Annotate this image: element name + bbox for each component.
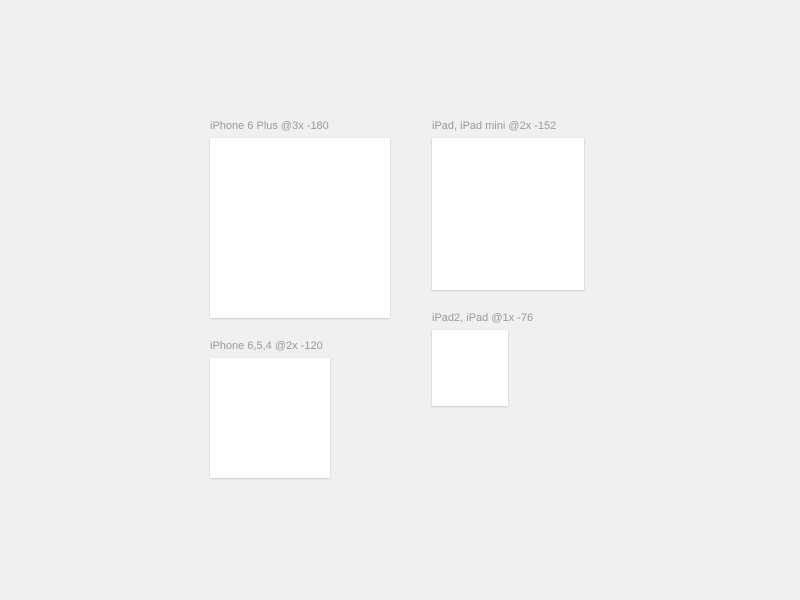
icon-spec-label: iPhone 6,5,4 @2x -120 [210,340,330,352]
icon-spec-box [432,330,508,406]
icon-spec-ipad1x: iPad2, iPad @1x -76 [432,312,533,406]
icon-spec-label: iPhone 6 Plus @3x -180 [210,120,390,132]
icon-spec-label: iPad, iPad mini @2x -152 [432,120,584,132]
icon-spec-iphone654: iPhone 6,5,4 @2x -120 [210,340,330,478]
icon-spec-ipad2x: iPad, iPad mini @2x -152 [432,120,584,290]
icon-spec-label: iPad2, iPad @1x -76 [432,312,533,324]
icon-spec-box [210,138,390,318]
icon-spec-iphone6plus: iPhone 6 Plus @3x -180 [210,120,390,318]
icon-spec-box [432,138,584,290]
icon-spec-box [210,358,330,478]
